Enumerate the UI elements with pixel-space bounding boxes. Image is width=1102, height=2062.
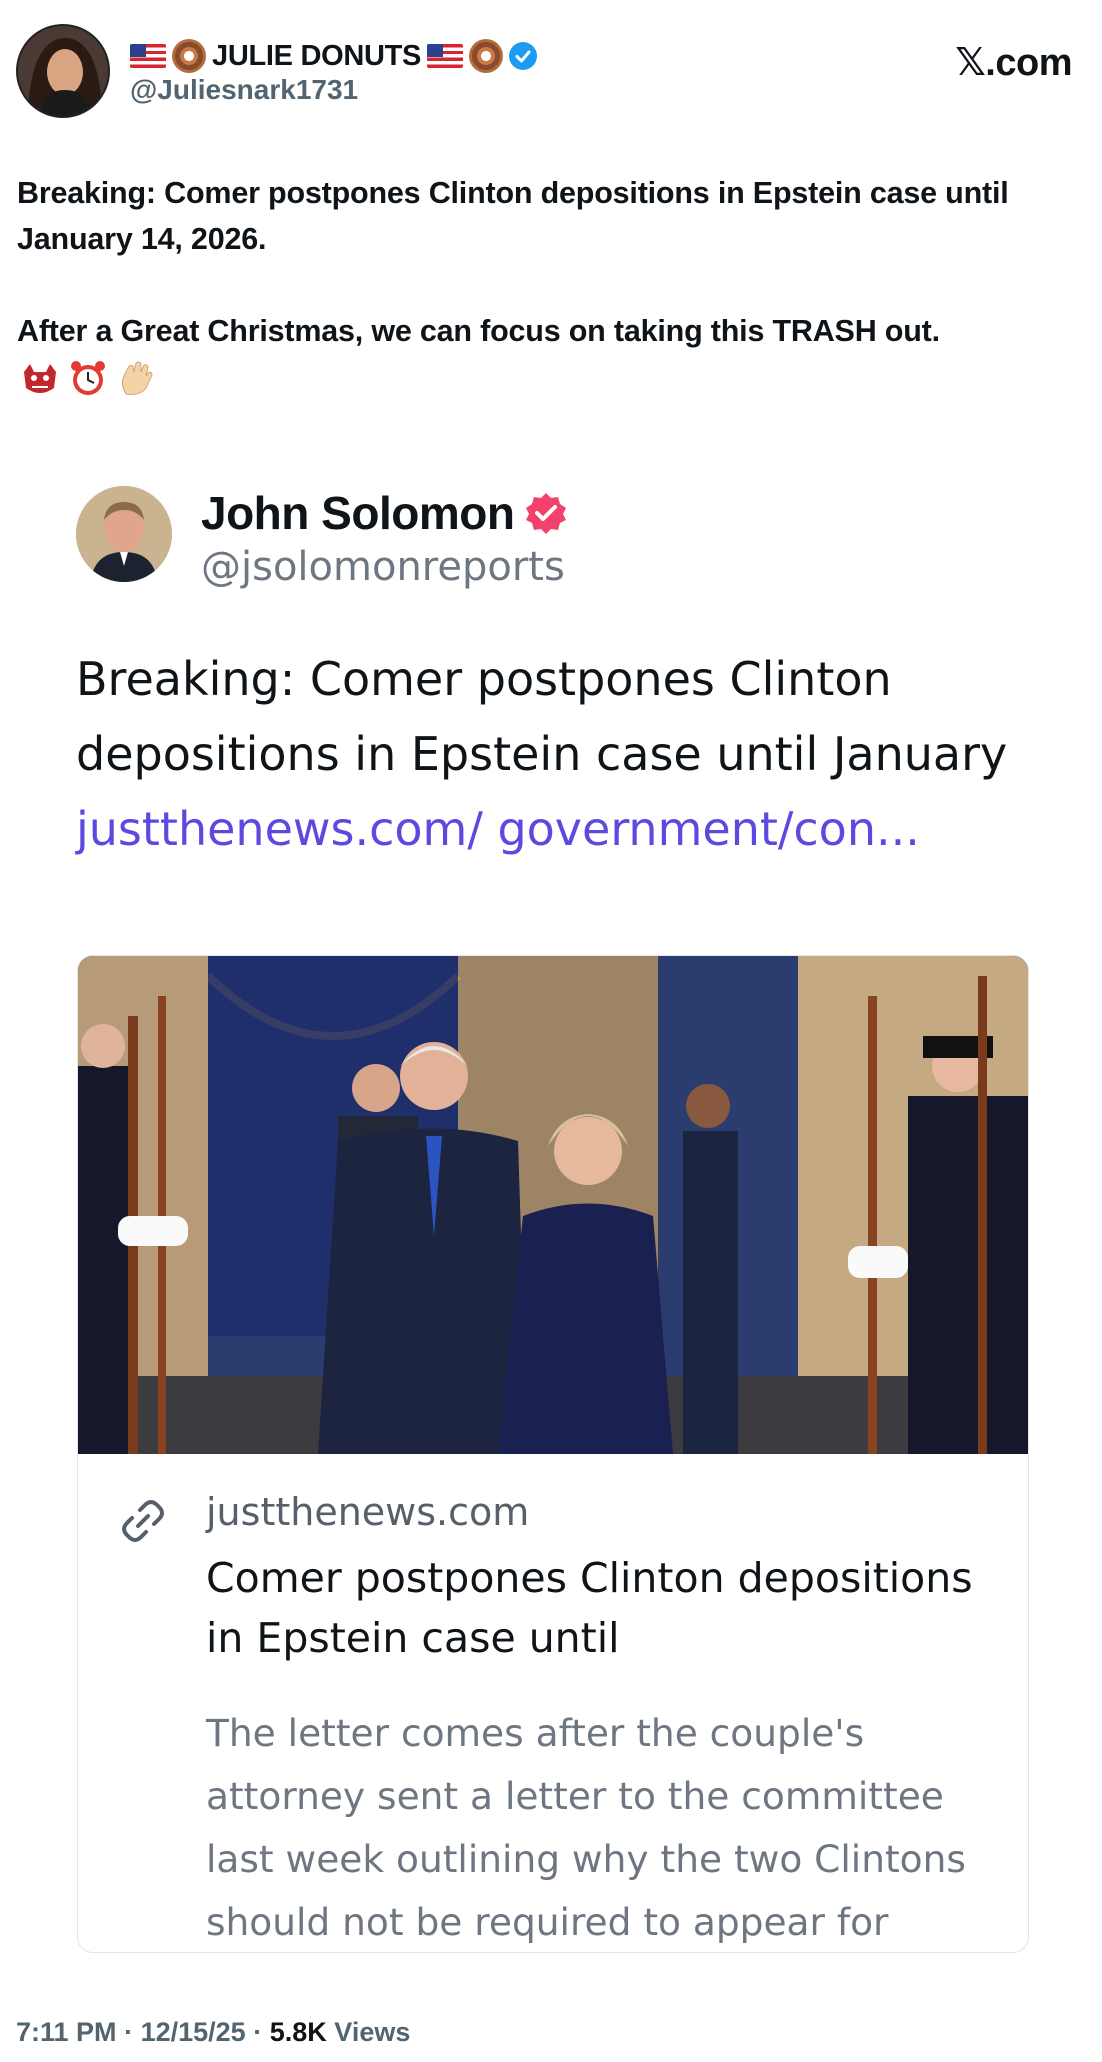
separator: · bbox=[253, 2017, 263, 2047]
quoted-text: Breaking: Comer postpones Clinton deposi… bbox=[76, 642, 1036, 867]
quoted-body: Breaking: Comer postpones Clinton deposi… bbox=[76, 652, 1008, 781]
alarm-clock-icon bbox=[68, 358, 108, 398]
views-count: 5.8K bbox=[269, 2017, 327, 2047]
card-title[interactable]: Comer postpones Clinton depositions in E… bbox=[206, 1548, 986, 1668]
x-site-label[interactable]: 𝕏.com bbox=[955, 40, 1072, 85]
tweet-text: Breaking: Comer postpones Clinton deposi… bbox=[17, 170, 1087, 354]
us-flag-icon bbox=[130, 44, 166, 68]
donut-icon bbox=[172, 39, 206, 73]
card-domain: justthenews.com bbox=[206, 1490, 530, 1534]
quoted-link[interactable]: justthenews.com/ government/con... bbox=[76, 802, 920, 856]
article-image[interactable] bbox=[78, 956, 1028, 1454]
quoted-author-avatar[interactable] bbox=[76, 486, 172, 582]
tweet-line-1: Breaking: Comer postpones Clinton deposi… bbox=[17, 176, 1009, 256]
tweet-emojis bbox=[20, 358, 156, 398]
verified-badge-icon bbox=[509, 42, 538, 70]
link-icon bbox=[116, 1494, 170, 1548]
author-name-row[interactable]: JULIE DONUTS bbox=[130, 36, 538, 76]
link-preview-card[interactable]: justthenews.com Comer postpones Clinton … bbox=[77, 955, 1029, 1953]
us-flag-icon bbox=[427, 44, 464, 68]
card-description: The letter comes after the couple's atto… bbox=[206, 1711, 966, 1944]
verified-badge-icon bbox=[524, 491, 568, 535]
card-meta[interactable]: justthenews.com Comer postpones Clinton … bbox=[78, 1454, 1028, 1952]
donut-icon bbox=[469, 39, 504, 73]
quoted-display-name[interactable]: John Solomon bbox=[201, 486, 515, 540]
author-avatar[interactable] bbox=[16, 24, 110, 118]
author-display-name[interactable]: JULIE DONUTS bbox=[212, 40, 421, 73]
goblin-face-icon bbox=[20, 358, 60, 398]
tweet-line-2: After a Great Christmas, we can focus on… bbox=[17, 314, 940, 348]
tweet-meta: 7:11 PM · 12/15/25 · 5.8K Views bbox=[16, 2017, 410, 2048]
quoted-handle[interactable]: @jsolomonreports bbox=[201, 544, 565, 590]
tweet-time[interactable]: 7:11 PM bbox=[16, 2017, 117, 2047]
author-handle[interactable]: @Juliesnark1731 bbox=[130, 74, 358, 106]
waving-hand-icon bbox=[116, 358, 156, 398]
views-label: Views bbox=[334, 2017, 411, 2047]
quoted-name-row[interactable]: John Solomon bbox=[201, 486, 568, 540]
tweet-date[interactable]: 12/15/25 bbox=[141, 2017, 246, 2047]
separator: · bbox=[124, 2017, 134, 2047]
